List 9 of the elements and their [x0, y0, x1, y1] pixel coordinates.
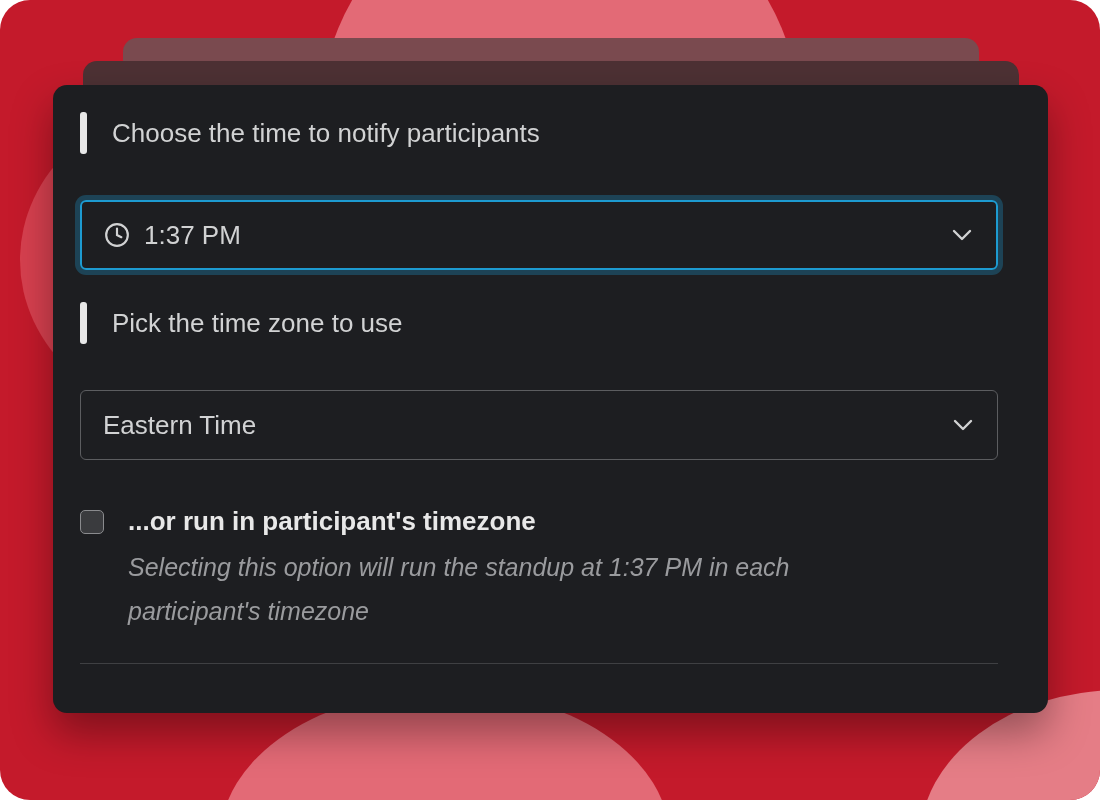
clock-icon: [104, 222, 130, 248]
option-title: ...or run in participant's timezone: [128, 506, 537, 537]
field-label: Choose the time to notify participants: [112, 117, 540, 149]
label-marker: [80, 302, 87, 344]
field-label: Pick the time zone to use: [112, 307, 403, 339]
select-field[interactable]: Eastern Time: [80, 390, 998, 460]
label-marker: [80, 112, 87, 154]
checkbox[interactable]: [80, 510, 104, 534]
option-description: Selecting this option will run the standup at 1:37 PM in each participant's timezone: [128, 552, 791, 627]
